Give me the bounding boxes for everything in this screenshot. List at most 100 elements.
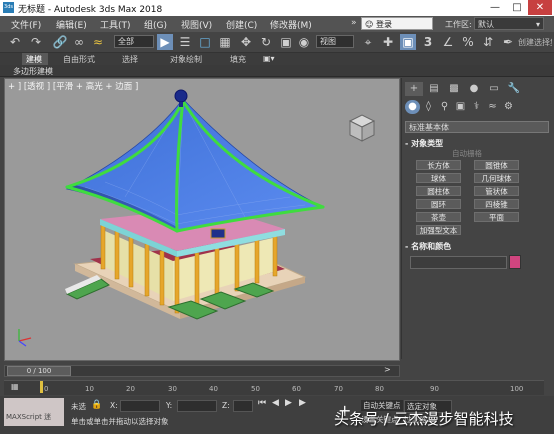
utilities-panel-tab-icon[interactable]: 🔧: [505, 82, 523, 96]
y-coordinate-input[interactable]: [177, 400, 217, 412]
keyboard-shortcut-override-icon[interactable]: ▣: [400, 34, 416, 50]
shapes-icon[interactable]: ◊: [421, 100, 436, 114]
time-slider-next-icon[interactable]: >: [384, 365, 391, 374]
undo-icon[interactable]: ↶: [7, 34, 23, 50]
unlink-icon[interactable]: ∞: [71, 34, 87, 50]
rectangular-selection-icon[interactable]: □: [197, 34, 213, 50]
motion-panel-tab-icon[interactable]: ●: [465, 82, 483, 96]
x-label: X:: [110, 401, 118, 410]
box-button[interactable]: 长方体: [416, 160, 461, 170]
scale-icon[interactable]: ▣: [278, 34, 294, 50]
ribbon-panel: 多边形建模: [0, 65, 554, 77]
systems-icon[interactable]: ⚙: [501, 100, 516, 114]
select-object-icon[interactable]: ▶: [157, 34, 173, 50]
geometry-category-dropdown[interactable]: 标准基本体: [405, 121, 549, 133]
track-tick-60: 60: [292, 385, 301, 393]
autogrid-checkbox[interactable]: 自动栅格: [452, 148, 482, 159]
place-icon[interactable]: ◉: [296, 34, 312, 50]
plane-button[interactable]: 平面: [474, 212, 519, 222]
signin-combo[interactable]: ☺ 登录: [361, 17, 433, 30]
textplus-button[interactable]: 加强型文本: [416, 225, 461, 235]
ribbon-tab-selection[interactable]: 选择: [122, 54, 138, 65]
chevron-down-icon: ▾: [535, 20, 540, 29]
menu-file[interactable]: 文件(F): [11, 18, 41, 31]
bind-space-warp-icon[interactable]: ≈: [90, 34, 106, 50]
helpers-icon[interactable]: ⚕: [469, 100, 484, 114]
spinner-snap-icon[interactable]: ⇵: [480, 34, 496, 50]
menu-tools[interactable]: 工具(T): [100, 18, 131, 31]
named-selection-field[interactable]: 创建选择集: [518, 37, 552, 48]
play-icon[interactable]: ▶: [285, 398, 292, 408]
menu-edit[interactable]: 编辑(E): [56, 18, 87, 31]
lock-selection-icon[interactable]: 🔒: [91, 400, 102, 410]
ribbon-sub-label: 多边形建模: [13, 67, 53, 76]
redo-icon[interactable]: ↷: [28, 34, 44, 50]
teapot-button[interactable]: 茶壶: [416, 212, 461, 222]
cone-button[interactable]: 圆锥体: [474, 160, 519, 170]
pivot-center-icon[interactable]: ⌖: [360, 34, 376, 50]
ribbon-options-icon[interactable]: ▣▾: [263, 54, 275, 63]
viewport-label[interactable]: + ] [透视 ] [平滑 + 高光 + 边面 ]: [8, 80, 138, 92]
spacewarps-icon[interactable]: ≈: [485, 100, 500, 114]
workspace-dropdown[interactable]: 默认 ▾: [474, 17, 544, 30]
ribbon-tab-modeling[interactable]: 建模: [26, 54, 42, 65]
menu-modifiers[interactable]: 修改器(M): [270, 18, 312, 31]
geometry-icon[interactable]: ●: [405, 100, 420, 114]
track-tick-30: 30: [168, 385, 177, 393]
cylinder-button[interactable]: 圆柱体: [416, 186, 461, 196]
track-bar-toggle-icon[interactable]: ▦: [11, 382, 19, 391]
tube-button[interactable]: 管状体: [474, 186, 519, 196]
angle-snap-icon[interactable]: ∠: [440, 34, 456, 50]
geometry-category-value: 标准基本体: [409, 123, 449, 132]
track-tick-90: 90: [430, 385, 439, 393]
geosphere-button[interactable]: 几何球体: [474, 173, 519, 183]
display-panel-tab-icon[interactable]: ▭: [485, 82, 503, 96]
ribbon-tab-freeform[interactable]: 自由形式: [63, 54, 95, 65]
lights-icon[interactable]: ⚲: [437, 100, 452, 114]
link-icon[interactable]: 🔗: [52, 34, 68, 50]
select-manipulate-icon[interactable]: ✚: [380, 34, 396, 50]
object-name-input[interactable]: [410, 256, 507, 269]
x-coordinate-input[interactable]: [120, 400, 160, 412]
snaps-toggle-icon[interactable]: 3: [420, 34, 436, 50]
maxscript-listener[interactable]: MAXScript 迷: [4, 398, 64, 426]
close-icon[interactable]: ✕: [528, 0, 552, 15]
prompt-line: 单击或单击并拖动以选择对象: [71, 417, 169, 426]
cameras-icon[interactable]: ▣: [453, 100, 468, 114]
viewcube-icon[interactable]: [348, 114, 376, 142]
sphere-button[interactable]: 球体: [416, 173, 461, 183]
object-color-swatch[interactable]: [509, 255, 521, 269]
menu-group[interactable]: 组(G): [144, 18, 167, 31]
prev-frame-icon[interactable]: ◀: [272, 398, 279, 408]
perspective-viewport[interactable]: [4, 78, 400, 361]
menu-create[interactable]: 创建(C): [226, 18, 257, 31]
next-frame-icon[interactable]: ▶: [299, 398, 306, 408]
menu-views[interactable]: 视图(V): [181, 18, 212, 31]
create-panel-tab-icon[interactable]: +: [405, 82, 423, 96]
selection-filter-dropdown[interactable]: 全部: [114, 35, 154, 48]
torus-button[interactable]: 圆环: [416, 199, 461, 209]
track-tick-70: 70: [334, 385, 343, 393]
name-color-rollout[interactable]: - 名称和颜色: [405, 241, 549, 252]
rotate-icon[interactable]: ↻: [258, 34, 274, 50]
goto-start-icon[interactable]: ⏮: [258, 398, 266, 408]
pyramid-button[interactable]: 四棱锥: [474, 199, 519, 209]
z-coordinate-input[interactable]: [233, 400, 253, 412]
hierarchy-panel-tab-icon[interactable]: ▩: [445, 82, 463, 96]
track-tick-10: 10: [85, 385, 94, 393]
more-menus-icon[interactable]: »: [351, 18, 357, 28]
ribbon-tab-object-paint[interactable]: 对象绘制: [170, 54, 202, 65]
reference-coordinate-value: 视图: [320, 37, 336, 46]
edit-named-selection-icon[interactable]: ✒: [500, 34, 516, 50]
minimize-icon[interactable]: —: [484, 0, 506, 15]
select-by-name-icon[interactable]: ☰: [177, 34, 193, 50]
reference-coordinate-dropdown[interactable]: 视图: [316, 35, 354, 48]
ribbon-tab-populate[interactable]: 填充: [230, 54, 246, 65]
window-crossing-icon[interactable]: ▦: [217, 34, 233, 50]
scene-pavilion-model: [18, 89, 376, 347]
move-icon[interactable]: ✥: [238, 34, 254, 50]
time-slider-thumb[interactable]: 0 / 100: [7, 366, 71, 376]
maximize-icon[interactable]: □: [506, 0, 528, 15]
percent-snap-icon[interactable]: %: [460, 34, 476, 50]
modify-panel-tab-icon[interactable]: ▤: [425, 82, 443, 96]
